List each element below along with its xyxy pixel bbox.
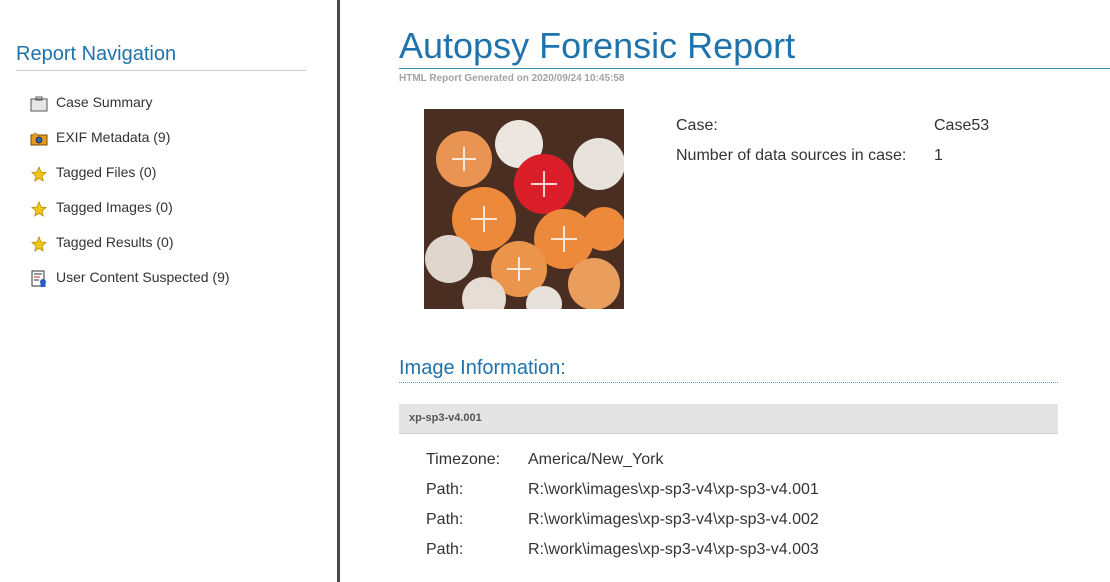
table-row: Timezone: America/New_York [426,451,1026,481]
nav-item-user-content-suspected[interactable]: User Content Suspected (9) [30,269,230,304]
case-label: Case: [676,117,718,134]
sidebar: Report Navigation Case Summary EXIF Meta… [0,0,340,582]
case-value: Case53 [934,117,990,134]
case-row: Case: Case53 [676,117,1076,147]
star-icon [30,200,48,218]
nav-item-label: User Content Suspected (9) [56,269,230,285]
user-content-icon [30,270,48,288]
briefcase-icon [30,95,48,113]
path-value: R:\work\images\xp-sp3-v4\xp-sp3-v4.001 [528,481,819,498]
image-info-table: Timezone: America/New_York Path: R:\work… [426,451,1026,571]
image-name: xp-sp3-v4.001 [409,412,482,424]
nav-item-label: Tagged Files (0) [56,164,157,180]
data-sources-label: Number of data sources in case: [676,147,907,164]
table-row: Path: R:\work\images\xp-sp3-v4\xp-sp3-v4… [426,511,1026,541]
nav-item-tagged-results[interactable]: Tagged Results (0) [30,234,230,269]
nav-item-tagged-files[interactable]: Tagged Files (0) [30,164,230,199]
star-icon [30,165,48,183]
data-sources-value: 1 [934,147,943,164]
timezone-label: Timezone: [426,451,501,468]
data-sources-row: Number of data sources in case: 1 [676,147,1076,177]
nav-item-case-summary[interactable]: Case Summary [30,94,230,129]
table-row: Path: R:\work\images\xp-sp3-v4\xp-sp3-v4… [426,481,1026,511]
camera-icon [30,130,48,148]
path-label: Path: [426,481,464,498]
case-photo [424,109,624,309]
nav-item-exif-metadata[interactable]: EXIF Metadata (9) [30,129,230,164]
star-icon [30,235,48,253]
nav-item-tagged-images[interactable]: Tagged Images (0) [30,199,230,234]
nav-item-label: EXIF Metadata (9) [56,129,171,145]
table-row: Path: R:\work\images\xp-sp3-v4\xp-sp3-v4… [426,541,1026,571]
timezone-value: America/New_York [528,451,664,468]
nav-title: Report Navigation [16,43,306,71]
case-info-table: Case: Case53 Number of data sources in c… [676,117,1076,177]
nav-item-label: Tagged Results (0) [56,234,174,250]
path-value: R:\work\images\xp-sp3-v4\xp-sp3-v4.003 [528,541,819,558]
image-name-bar: xp-sp3-v4.001 [399,404,1058,434]
path-label: Path: [426,541,464,558]
image-info-heading: Image Information: [399,357,1058,383]
path-value: R:\work\images\xp-sp3-v4\xp-sp3-v4.002 [528,511,819,528]
nav-item-label: Tagged Images (0) [56,199,173,215]
nav-list: Case Summary EXIF Metadata (9) Tagged Fi… [30,94,230,304]
generated-timestamp: HTML Report Generated on 2020/09/24 10:4… [399,73,625,84]
nav-item-label: Case Summary [56,94,153,110]
report-title: Autopsy Forensic Report [399,24,1110,69]
path-label: Path: [426,511,464,528]
main-content: Autopsy Forensic Report HTML Report Gene… [340,0,1110,582]
